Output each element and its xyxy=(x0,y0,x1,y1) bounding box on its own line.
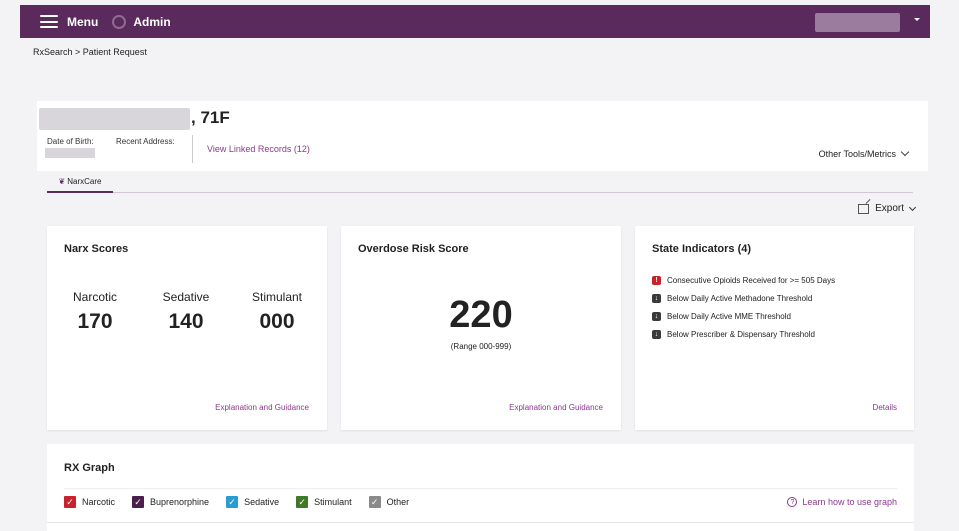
legend-checkbox-other[interactable]: ✓ Other xyxy=(368,496,410,508)
legend-checkbox-buprenorphine[interactable]: ✓ Buprenorphine xyxy=(132,496,209,508)
export-icon xyxy=(858,203,870,214)
legend-checkbox-sedative[interactable]: ✓ Sedative xyxy=(226,496,279,508)
checkbox-checked-icon: ✓ xyxy=(368,496,381,508)
user-dropdown[interactable] xyxy=(815,13,900,32)
patient-age-sex: , 71F xyxy=(191,108,230,127)
learn-graph-link[interactable]: ? Learn how to use graph xyxy=(787,497,897,507)
score-value: 170 xyxy=(77,310,113,333)
tab-narxcare[interactable]: ❦ NarxCare xyxy=(47,172,113,193)
narx-scores-card: Narx Scores Narcotic 170 Sedative 140 St… xyxy=(47,226,327,430)
menu-label[interactable]: Menu xyxy=(67,15,98,29)
indicator-text: Below Prescriber & Dispensary Threshold xyxy=(667,330,815,339)
score-label: Narcotic xyxy=(72,290,117,304)
help-circle-icon: ? xyxy=(787,497,798,507)
hamburger-menu-icon[interactable] xyxy=(40,15,58,28)
legend-checkbox-narcotic[interactable]: ✓ Narcotic xyxy=(64,496,115,508)
other-tools-dropdown[interactable]: Other Tools/Metrics xyxy=(818,147,910,159)
tab-label: NarxCare xyxy=(67,177,102,186)
legend-label: Sedative xyxy=(244,497,280,507)
arrow-down-icon: ↓ xyxy=(652,312,661,321)
patient-name-redacted xyxy=(39,108,190,130)
address-label: Recent Address: xyxy=(116,137,175,146)
patient-header: , 71F Date of Birth: Recent Address: Vie… xyxy=(37,101,928,171)
explanation-guidance-link[interactable]: Explanation and Guidance xyxy=(215,403,309,412)
other-tools-label: Other Tools/Metrics xyxy=(818,149,896,159)
indicator-text: Below Daily Active Methadone Threshold xyxy=(667,294,813,303)
indicator-text: Below Daily Active MME Threshold xyxy=(667,312,791,321)
score-label: Stimulant xyxy=(251,290,303,304)
chevron-down-icon xyxy=(900,147,910,157)
admin-label[interactable]: Admin xyxy=(133,15,170,29)
score-sedative: Sedative 140 xyxy=(146,290,226,334)
score-value: 140 xyxy=(168,310,204,333)
checkbox-checked-icon: ✓ xyxy=(296,496,309,508)
score-narcotic: Narcotic 170 xyxy=(55,290,135,334)
card-title: Overdose Risk Score xyxy=(358,243,469,255)
card-title: RX Graph xyxy=(64,462,115,474)
export-button[interactable]: Export xyxy=(858,203,917,214)
tab-bar: ❦ NarxCare xyxy=(47,172,913,193)
dob-label: Date of Birth: xyxy=(47,137,94,146)
card-title: State Indicators (4) xyxy=(652,243,752,255)
indicator-item: ↓ Below Prescriber & Dispensary Threshol… xyxy=(652,330,815,339)
checkbox-checked-icon: ✓ xyxy=(132,496,145,508)
checkbox-checked-icon: ✓ xyxy=(64,496,76,508)
legend-checkbox-stimulant[interactable]: ✓ Stimulant xyxy=(296,496,352,508)
arrow-down-icon: ↓ xyxy=(652,330,661,339)
score-stimulant: Stimulant 000 xyxy=(237,290,317,334)
score-value: 000 xyxy=(259,310,295,333)
divider xyxy=(192,135,193,163)
breadcrumb: RxSearch > Patient Request xyxy=(33,47,147,57)
legend-label: Other xyxy=(386,497,410,507)
alert-icon: ! xyxy=(652,276,661,285)
state-indicators-card: State Indicators (4) ! Consecutive Opioi… xyxy=(635,226,914,430)
export-label: Export xyxy=(875,203,904,214)
overdose-score-range: (Range 000-999) xyxy=(450,342,512,351)
legend-label: Narcotic xyxy=(82,497,116,507)
indicator-item: ! Consecutive Opioids Received for >= 50… xyxy=(652,276,835,285)
checkbox-checked-icon: ✓ xyxy=(226,496,239,508)
score-label: Sedative xyxy=(162,290,210,304)
view-linked-records-link[interactable]: View Linked Records (12) xyxy=(207,144,310,154)
narxcare-logo-icon: ❦ xyxy=(58,177,66,186)
graph-legend: ✓ Narcotic ✓ Buprenorphine ✓ Sedative ✓ … xyxy=(64,496,426,508)
indicator-item: ↓ Below Daily Active Methadone Threshold xyxy=(652,294,812,303)
overdose-score-value: 220 xyxy=(449,294,513,336)
overdose-risk-card: Overdose Risk Score 220 (Range 000-999) … xyxy=(341,226,621,430)
top-nav-bar: Menu Admin xyxy=(20,5,930,38)
indicator-item: ↓ Below Daily Active MME Threshold xyxy=(652,312,791,321)
caret-down-icon[interactable] xyxy=(914,18,920,21)
explanation-guidance-link[interactable]: Explanation and Guidance xyxy=(509,403,603,412)
learn-link-label: Learn how to use graph xyxy=(802,497,897,507)
rx-graph-card: RX Graph ✓ Narcotic ✓ Buprenorphine ✓ Se… xyxy=(47,444,914,531)
divider xyxy=(47,522,914,523)
indicator-text: Consecutive Opioids Received for >= 505 … xyxy=(667,276,836,285)
chevron-down-icon xyxy=(908,203,917,211)
details-link[interactable]: Details xyxy=(873,403,897,412)
admin-icon xyxy=(112,14,127,29)
card-title: Narx Scores xyxy=(64,243,129,255)
divider xyxy=(64,488,897,489)
dob-value-redacted xyxy=(45,148,95,158)
legend-label: Buprenorphine xyxy=(150,497,210,507)
arrow-down-icon: ↓ xyxy=(652,294,661,303)
legend-label: Stimulant xyxy=(314,497,352,507)
